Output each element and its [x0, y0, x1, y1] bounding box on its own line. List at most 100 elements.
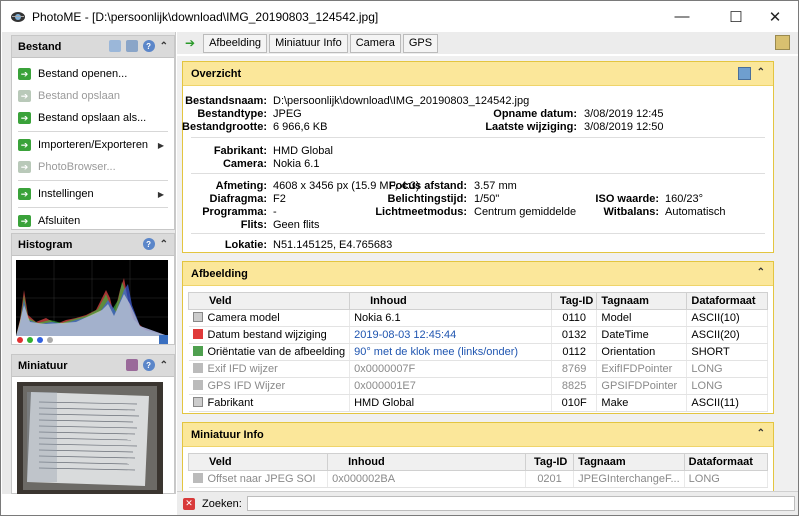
menu-separator [18, 131, 168, 132]
bestand-panel-header: Bestand ? ⌃ [12, 36, 174, 58]
afbeelding-header: Afbeelding ⌃ [183, 262, 773, 286]
table-header-row: Veld Inhoud Tag-ID Tagnaam Dataformaat [187, 292, 768, 310]
cell-tag-id: 0112 [551, 343, 598, 361]
red-channel-icon[interactable] [17, 337, 23, 343]
clear-search-icon[interactable]: ✕ [183, 497, 195, 510]
overzicht-title: Overzicht [191, 67, 242, 80]
help-icon[interactable]: ? [142, 40, 155, 52]
collapse-chevron-icon[interactable]: ⌃ [160, 239, 168, 250]
cell-tag-id: 0132 [551, 326, 598, 344]
forward-arrow-icon[interactable]: ➔ [185, 36, 195, 50]
laatste-wijziging-value: 3/08/2019 12:50 [584, 121, 664, 133]
copy-icon[interactable] [108, 40, 121, 52]
tab-miniatuur-info[interactable]: Miniatuur Info [269, 33, 348, 53]
column-header[interactable]: Tagnaam [573, 453, 685, 471]
column-header[interactable]: Inhoud [327, 453, 526, 471]
table-row[interactable]: GPS IFD Wijzer 0x000001E7 8825 GPSIFDPoi… [188, 377, 768, 395]
menu-open-file[interactable]: ➔ Bestand openen... [12, 63, 174, 85]
tab-toolbar: ➔ Afbeelding Miniatuur Info Camera GPS [177, 32, 798, 54]
column-header[interactable]: Tag-ID [550, 292, 598, 310]
cell-tagnaam: ExifIFDPointer [596, 360, 688, 378]
cell-tag-id: 0110 [551, 309, 598, 327]
cell-tagnaam: JPEGInterchangeF... [573, 470, 685, 488]
menu-save-as[interactable]: ➔ Bestand opslaan als... [12, 107, 174, 129]
cell-veld: Offset naar JPEG SOI [207, 473, 316, 485]
menu-exit[interactable]: ➔ Afsluiten [12, 210, 174, 232]
cell-tagnaam: GPSIFDPointer [596, 377, 688, 395]
cell-tagnaam: Model [596, 309, 688, 327]
print-icon[interactable] [125, 40, 138, 52]
submenu-arrow-icon: ▶ [157, 140, 164, 150]
overzicht-section: Overzicht ⌃ Bestandsnaam: D:\persoonlijk… [182, 61, 774, 253]
opname-datum-value: 3/08/2019 12:45 [584, 108, 664, 120]
menu-photobrowser[interactable]: ➔ PhotoBrowser... [12, 156, 174, 178]
tab-camera[interactable]: Camera [349, 33, 401, 53]
export-icon[interactable] [775, 35, 790, 50]
help-icon[interactable]: ? [142, 238, 155, 250]
help-icon[interactable]: ? [142, 359, 155, 371]
histogram-options-icon[interactable] [159, 335, 168, 344]
witbalans-label: Witbalans: [603, 206, 659, 218]
search-input[interactable] [246, 496, 795, 511]
main-content: Overzicht ⌃ Bestandsnaam: D:\persoonlijk… [177, 56, 798, 491]
table-row[interactable]: Camera model Nokia 6.1 0110 Model ASCII(… [188, 309, 768, 327]
column-header[interactable]: Dataformaat [686, 292, 768, 310]
map-icon[interactable] [738, 67, 751, 80]
focus-afstand-label: Focus afstand: [388, 180, 467, 192]
bestandsnaam-label: Bestandsnaam: [185, 95, 267, 107]
column-header[interactable]: Dataformaat [683, 453, 769, 471]
fabrikant-label: Fabrikant: [213, 145, 267, 157]
cell-dataformaat: LONG [686, 377, 768, 395]
collapse-chevron-icon[interactable]: ⌃ [160, 360, 168, 371]
collapse-chevron-icon[interactable]: ⌃ [160, 41, 168, 52]
luminance-channel-icon[interactable] [47, 337, 53, 343]
flits-label: Flits: [240, 219, 267, 231]
menu-label: Bestand openen... [38, 68, 128, 80]
bestandtype-value: JPEG [273, 108, 302, 120]
table-row[interactable]: Fabrikant HMD Global 010F Make ASCII(11) [188, 394, 768, 412]
menu-settings[interactable]: ➔ Instellingen ▶ [12, 183, 174, 205]
thumbnail-grid-icon[interactable] [125, 359, 138, 371]
cell-veld: Oriëntatie van de afbeelding [207, 346, 346, 358]
pointer-icon [192, 363, 203, 373]
iso-label: ISO waarde: [595, 193, 659, 205]
table-row[interactable]: Offset naar JPEG SOI 0x000002BA 0201 JPE… [188, 470, 769, 488]
search-bar: ✕ Zoeken: [177, 491, 798, 515]
menu-label: Afsluiten [38, 215, 81, 227]
minimize-button[interactable]: — [659, 1, 705, 32]
column-header[interactable]: Tagnaam [596, 292, 688, 310]
search-label: Zoeken: [202, 497, 242, 510]
menu-save-file[interactable]: ➔ Bestand opslaan [12, 85, 174, 107]
menu-import-export[interactable]: ➔ Importeren/Exporteren ▶ [12, 134, 174, 156]
calendar-icon [192, 329, 203, 339]
collapse-chevron-icon[interactable]: ⌃ [757, 267, 765, 278]
table-row[interactable]: Datum bestand wijziging 2019-08-03 12:45… [188, 326, 768, 344]
diafragma-value: F2 [273, 193, 286, 205]
cell-tagnaam: Make [596, 394, 688, 412]
bestandsnaam-value: D:\persoonlijk\download\IMG_20190803_124… [273, 95, 530, 107]
column-header[interactable]: Inhoud [349, 292, 552, 310]
column-header[interactable]: Tag-ID [524, 453, 575, 471]
table-row[interactable]: Exif IFD wijzer 0x0000007F 8769 ExifIFDP… [188, 360, 768, 378]
collapse-chevron-icon[interactable]: ⌃ [757, 428, 765, 439]
afbeelding-table: Veld Inhoud Tag-ID Tagnaam Dataformaat C… [187, 292, 768, 412]
histogram-panel-header: Histogram ? ⌃ [12, 234, 174, 256]
blue-channel-icon[interactable] [37, 337, 43, 343]
column-header[interactable]: Veld [187, 453, 329, 471]
tab-afbeelding[interactable]: Afbeelding [203, 33, 268, 53]
green-channel-icon[interactable] [27, 337, 33, 343]
collapse-chevron-icon[interactable]: ⌃ [757, 67, 765, 78]
laatste-wijziging-label: Laatste wijziging: [485, 121, 577, 133]
menu-separator [18, 207, 168, 208]
column-header[interactable]: Veld [187, 292, 351, 310]
bestandgrootte-value: 6 966,6 KB [273, 121, 328, 133]
bestandgrootte-label: Bestandgrootte: [182, 121, 267, 133]
miniatuur-info-table: Veld Inhoud Tag-ID Tagnaam Dataformaat O… [187, 453, 769, 488]
arrow-right-icon: ➔ [18, 139, 31, 151]
cell-inhoud: 90° met de klok mee (links/onder) [349, 343, 552, 361]
table-header-row: Veld Inhoud Tag-ID Tagnaam Dataformaat [187, 453, 769, 471]
tab-gps[interactable]: GPS [402, 33, 439, 53]
cell-inhoud: 0x000002BA [327, 470, 526, 488]
close-button[interactable]: ✕ [752, 1, 798, 32]
table-row[interactable]: Oriëntatie van de afbeelding 90° met de … [188, 343, 768, 361]
